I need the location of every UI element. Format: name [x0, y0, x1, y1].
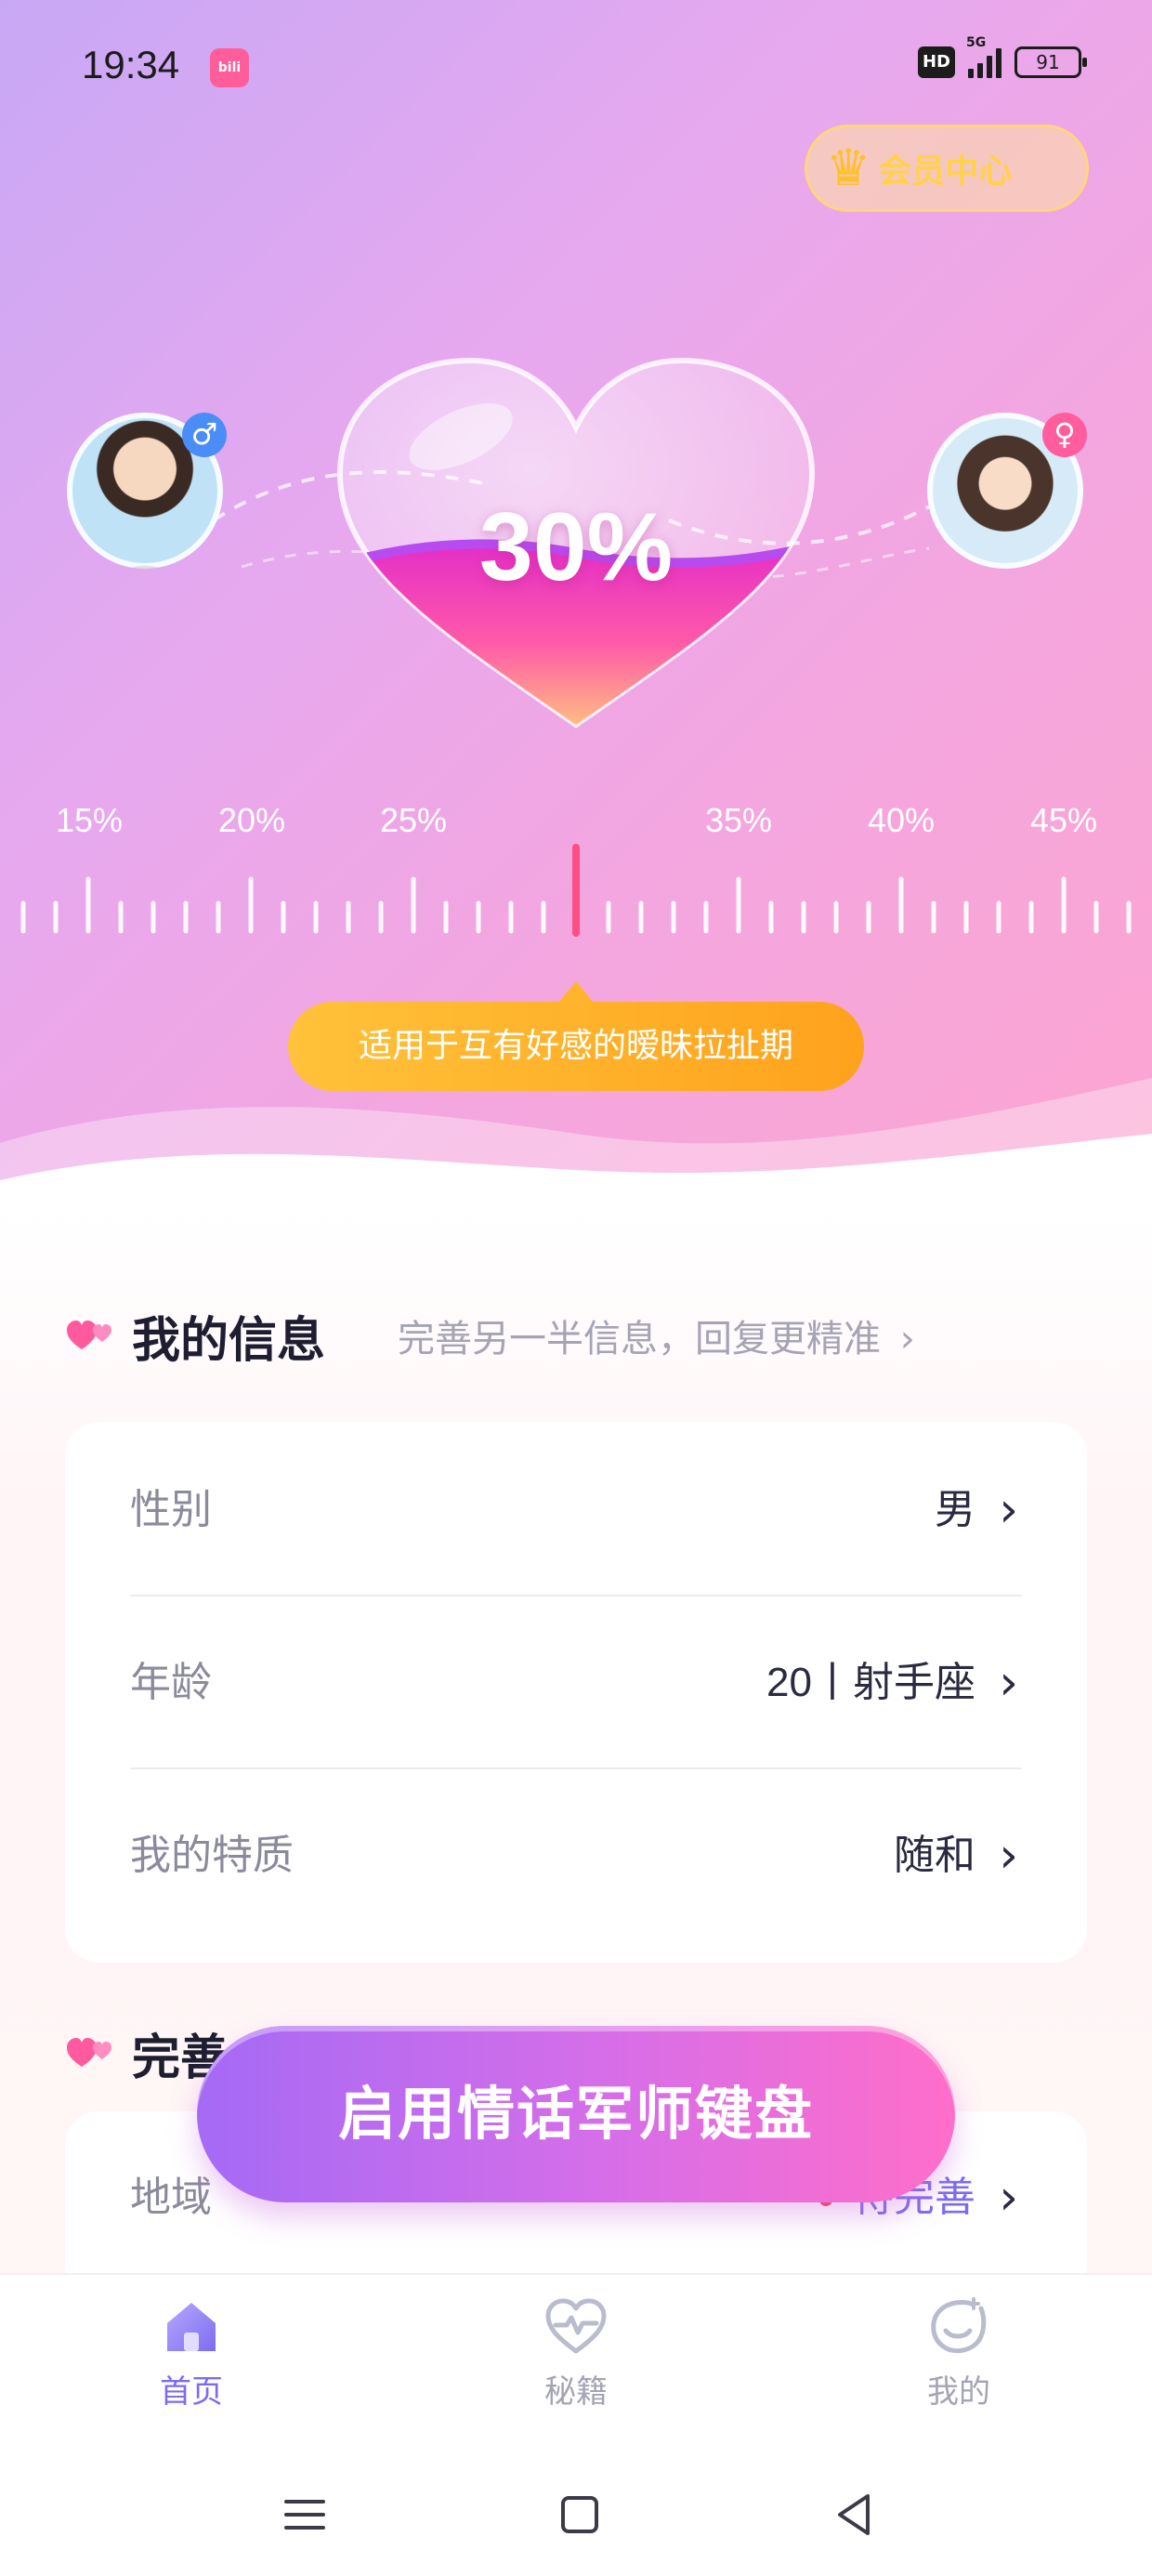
trait-row[interactable]: 我的特质 随和 ›	[130, 1769, 1022, 1942]
bottom-tab-bar: 首页 秘籍 我的	[0, 2273, 1152, 2450]
tab-label: 首页	[160, 2373, 223, 2411]
tick-label: 25%	[379, 801, 448, 839]
tick-label: 20%	[217, 801, 286, 839]
hero-panel: 19:34 bili HD 5G 91 ♛ 会员中心 ♂ ♀ 30% 15% 2…	[0, 0, 1152, 1236]
home-square-icon[interactable]	[546, 2481, 613, 2548]
tab-label: 秘籍	[544, 2373, 608, 2411]
age-row[interactable]: 年龄 20丨射手座 ›	[130, 1597, 1022, 1769]
row-label: 年龄	[130, 1659, 212, 1706]
row-value: 20丨射手座	[766, 1660, 975, 1705]
female-icon: ♀	[1042, 413, 1087, 457]
my-info-card: 性别 男 › 年龄 20丨射手座 › 我的特质 随和 ›	[65, 1422, 1087, 1963]
tab-home[interactable]: 首页	[80, 2293, 303, 2412]
back-icon[interactable]	[821, 2481, 888, 2548]
row-label: 性别	[130, 1486, 212, 1533]
chevron-right-icon: ›	[999, 1482, 1018, 1538]
percent-ruler-slider[interactable]	[0, 836, 1152, 948]
tab-label: 我的	[927, 2373, 990, 2411]
enable-keyboard-button[interactable]: 启用情话军师键盘	[197, 2026, 955, 2202]
gender-row[interactable]: 性别 男 ›	[130, 1424, 1022, 1597]
chevron-right-icon: ›	[999, 2170, 1018, 2226]
row-label: 我的特质	[130, 1832, 294, 1879]
tick-label: 45%	[1029, 801, 1098, 839]
heart-pulse-icon	[545, 2298, 607, 2354]
row-value: 男	[935, 1487, 975, 1532]
menu-icon[interactable]	[271, 2481, 338, 2548]
tick-label: 35%	[704, 801, 773, 839]
heart-icon	[67, 2038, 111, 2067]
chevron-right-icon: ›	[899, 1318, 915, 1360]
tick-label: 40%	[867, 801, 936, 839]
tick-label: 15%	[55, 801, 124, 839]
my-info-hint: 完善另一半信息，回复更精准	[398, 1318, 881, 1360]
my-info-title: 我的信息	[132, 1313, 326, 1369]
heart-icon	[67, 1321, 111, 1349]
chevron-right-icon: ›	[999, 1828, 1018, 1884]
home-icon	[167, 2303, 216, 2351]
my-info-hint-link[interactable]: 完善另一半信息，回复更精准 ›	[398, 1308, 915, 1362]
profile-icon	[931, 2297, 987, 2354]
system-navigation-bar	[0, 2450, 1152, 2576]
row-value: 随和	[894, 1833, 975, 1878]
chevron-right-icon: ›	[999, 1655, 1018, 1711]
match-percent: 30%	[478, 493, 674, 601]
tab-secrets[interactable]: 秘籍	[465, 2293, 687, 2412]
male-icon: ♂	[182, 413, 227, 457]
tab-mine[interactable]: 我的	[847, 2293, 1070, 2412]
